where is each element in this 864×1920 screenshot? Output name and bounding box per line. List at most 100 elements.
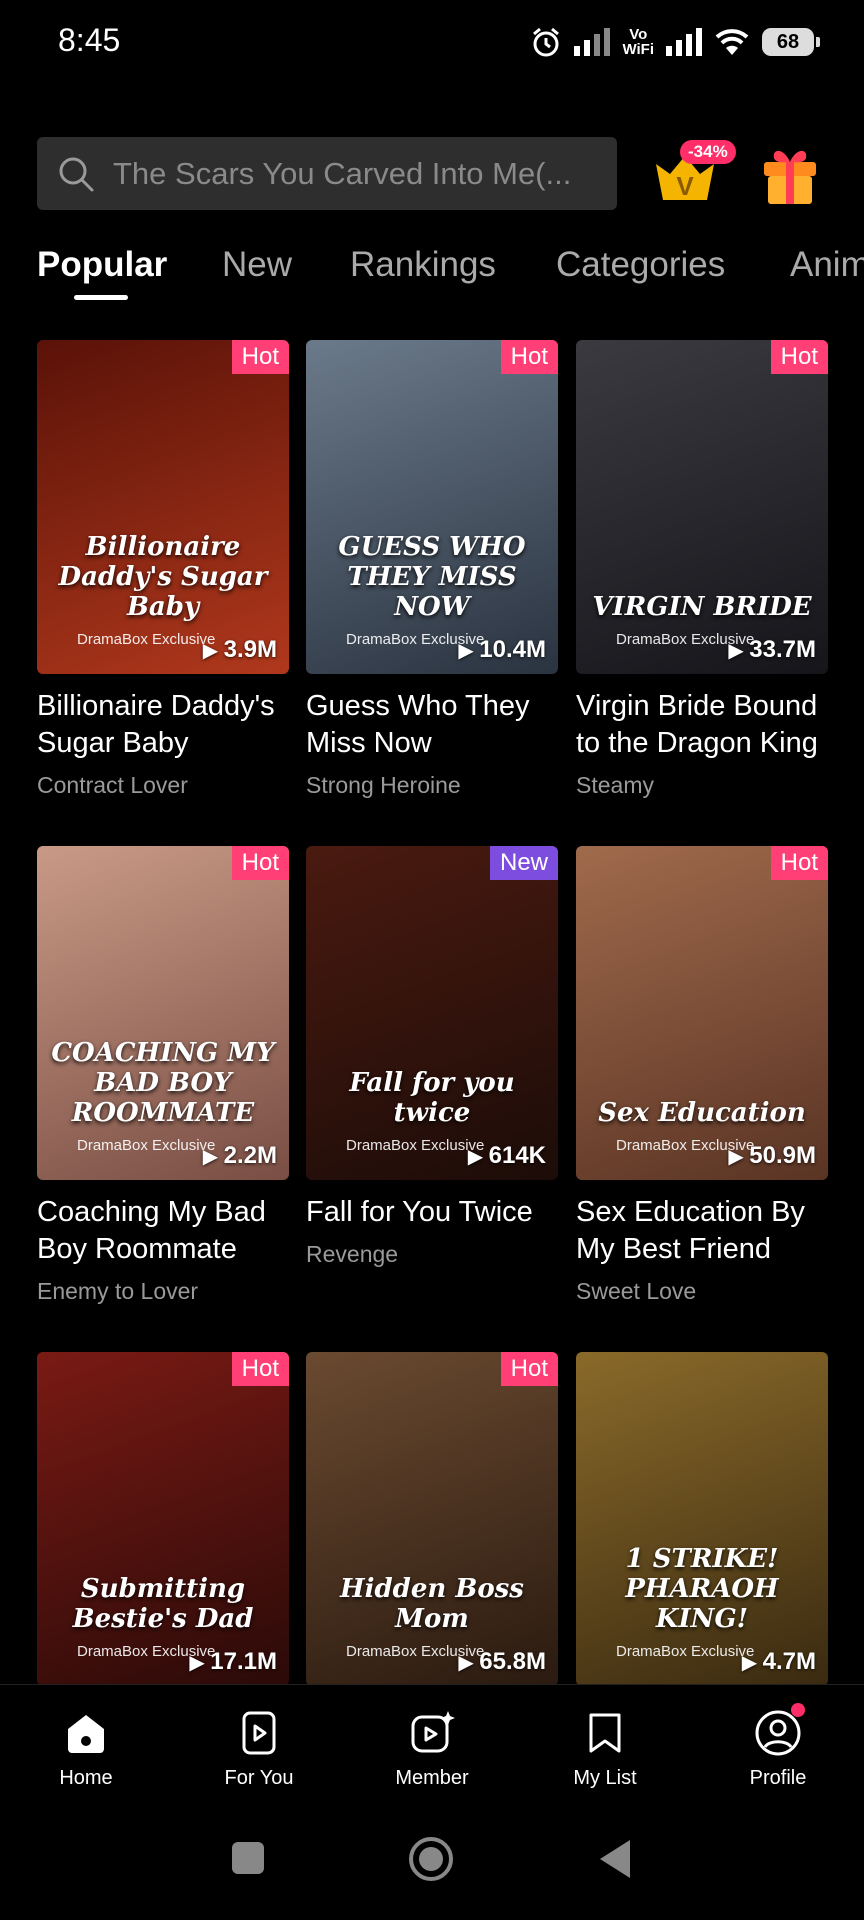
play-icon: ▶	[458, 1652, 480, 1674]
exclusive-label: DramaBox Exclusive	[346, 1137, 485, 1154]
search-bar[interactable]: The Scars You Carved Into Me(...	[37, 137, 617, 210]
drama-card[interactable]: Submitting Bestie's Dad DramaBox Exclusiv…	[37, 1352, 289, 1686]
status-badge: Hot	[500, 340, 558, 374]
status-time: 8:45	[58, 22, 121, 58]
status-badge: Hot	[231, 846, 289, 880]
drama-cover[interactable]: GUESS WHO THEY MISS NOW DramaBox Exclusiv…	[306, 340, 558, 674]
signal-icon	[574, 28, 611, 56]
drama-title[interactable]: Fall for You Twice	[306, 1194, 558, 1231]
view-count: ▶ 4.7M	[741, 1648, 816, 1675]
nav-member[interactable]: Member	[372, 1709, 492, 1790]
play-icon: ▶	[189, 1652, 211, 1674]
view-count: ▶ 2.2M	[202, 1142, 277, 1169]
bottom-nav: Home For You Member My List Profile	[0, 1684, 864, 1805]
search-icon	[59, 157, 94, 191]
status-badge: Hot	[231, 1352, 289, 1386]
drama-cover[interactable]: VIRGIN BRIDE DramaBox Exclusive Hot ▶ 33.7M	[576, 340, 828, 674]
cover-title-art: Submitting Bestie's Dad	[72, 1574, 254, 1634]
nav-my-list[interactable]: My List	[545, 1709, 665, 1790]
category-tabs: Popular New Rankings Categories Anim	[0, 245, 864, 305]
tab-categories[interactable]: Categories	[556, 245, 725, 285]
nav-for-you[interactable]: For You	[199, 1709, 319, 1790]
play-icon: ▶	[202, 640, 224, 662]
drama-card[interactable]: Billionaire Daddy's Sugar Baby DramaBox E…	[37, 340, 289, 799]
home-button-icon[interactable]	[408, 1836, 454, 1882]
cover-title-art: Hidden Boss Mom	[340, 1574, 524, 1634]
view-count: ▶ 33.7M	[728, 636, 816, 663]
active-tab-indicator	[74, 295, 128, 300]
cover-title-art: COACHING MY BAD BOY ROOMMATE	[51, 1038, 275, 1128]
exclusive-label: DramaBox Exclusive	[77, 1137, 216, 1154]
gift-icon[interactable]	[760, 140, 820, 206]
drama-card[interactable]: 1 STRIKE! PHARAOH KING! DramaBox Exclusiv…	[576, 1352, 828, 1686]
view-count: ▶ 50.9M	[728, 1142, 816, 1169]
cover-title-art: GUESS WHO THEY MISS NOW	[338, 532, 526, 622]
drama-genre-tag: Contract Lover	[37, 772, 188, 798]
drama-title[interactable]: Sex Education By My Best Friend	[576, 1194, 828, 1268]
wifi-icon	[715, 29, 749, 55]
drama-genre-tag: Steamy	[576, 772, 654, 798]
cover-title-art: Fall for you twice	[349, 1068, 515, 1128]
view-count: ▶ 65.8M	[458, 1648, 546, 1675]
view-count: ▶ 10.4M	[458, 636, 546, 663]
drama-cover[interactable]: Billionaire Daddy's Sugar Baby DramaBox E…	[37, 340, 289, 674]
drama-card[interactable]: Sex Education DramaBox Exclusive Hot ▶ 50.9…	[576, 846, 828, 1305]
drama-genre-tag: Revenge	[306, 1241, 399, 1267]
drama-genre-tag: Enemy to Lover	[37, 1278, 199, 1304]
alarm-icon	[533, 27, 560, 57]
drama-cover[interactable]: 1 STRIKE! PHARAOH KING! DramaBox Exclusiv…	[576, 1352, 828, 1686]
status-badge: New	[489, 846, 558, 880]
status-badge: Hot	[770, 846, 828, 880]
drama-title[interactable]: Billionaire Daddy's Sugar Baby	[37, 688, 289, 762]
play-icon: ▶	[741, 1652, 763, 1674]
bookmark-icon	[589, 1713, 621, 1753]
tab-new[interactable]: New	[222, 245, 292, 285]
search-placeholder: The Scars You Carved Into Me(...	[113, 155, 572, 191]
drama-cover[interactable]: Fall for you twice DramaBox Exclusive New ▶…	[306, 846, 558, 1180]
play-icon: ▶	[458, 640, 480, 662]
tab-rankings[interactable]: Rankings	[350, 245, 496, 285]
drama-card[interactable]: GUESS WHO THEY MISS NOW DramaBox Exclusiv…	[306, 340, 558, 799]
nav-home[interactable]: Home	[26, 1709, 146, 1790]
cover-title-art: Sex Education	[598, 1098, 806, 1128]
drama-cover[interactable]: Sex Education DramaBox Exclusive Hot ▶ 50.9…	[576, 846, 828, 1180]
cover-title-art: Billionaire Daddy's Sugar Baby	[58, 532, 268, 622]
cover-title-art: VIRGIN BRIDE	[592, 592, 812, 622]
notification-dot	[791, 1703, 805, 1717]
battery-indicator: 68	[762, 28, 820, 56]
recents-icon[interactable]	[230, 1840, 266, 1876]
cover-title-art: 1 STRIKE! PHARAOH KING!	[625, 1544, 779, 1634]
drama-card[interactable]: Fall for you twice DramaBox Exclusive New ▶…	[306, 846, 558, 1268]
drama-card[interactable]: COACHING MY BAD BOY ROOMMATE DramaBox Exc…	[37, 846, 289, 1305]
vowifi-indicator: Vo WiFi	[622, 26, 654, 58]
drama-card[interactable]: VIRGIN BRIDE DramaBox Exclusive Hot ▶ 33.7M…	[576, 340, 828, 799]
svg-text:V: V	[676, 171, 694, 201]
view-count: ▶ 3.9M	[202, 636, 277, 663]
status-icons: Vo WiFi 68	[530, 22, 820, 62]
exclusive-label: DramaBox Exclusive	[77, 631, 216, 648]
back-icon[interactable]	[596, 1838, 632, 1880]
play-icon: ▶	[728, 640, 750, 662]
tab-anime[interactable]: Anim	[790, 245, 864, 285]
drama-cover[interactable]: Hidden Boss Mom DramaBox Exclusive Hot ▶ 65…	[306, 1352, 558, 1686]
home-icon	[68, 1715, 104, 1753]
discount-badge: -34%	[680, 140, 736, 164]
view-count: ▶ 17.1M	[189, 1648, 277, 1675]
view-count: ▶ 614K	[467, 1142, 546, 1169]
tab-popular[interactable]: Popular	[37, 245, 167, 285]
drama-title[interactable]: Coaching My Bad Boy Roommate	[37, 1194, 289, 1268]
drama-title[interactable]: Virgin Bride Bound to the Dragon King	[576, 688, 828, 762]
play-square-icon	[242, 1711, 276, 1755]
exclusive-label: DramaBox Exclusive	[616, 1643, 755, 1660]
drama-title[interactable]: Guess Who They Miss Now	[306, 688, 558, 762]
nav-profile[interactable]: Profile	[718, 1703, 838, 1790]
system-nav-bar	[0, 1810, 864, 1920]
play-icon: ▶	[467, 1146, 489, 1168]
member-icon	[411, 1711, 455, 1753]
drama-card[interactable]: Hidden Boss Mom DramaBox Exclusive Hot ▶ 65…	[306, 1352, 558, 1686]
drama-cover[interactable]: Submitting Bestie's Dad DramaBox Exclusiv…	[37, 1352, 289, 1686]
drama-cover[interactable]: COACHING MY BAD BOY ROOMMATE DramaBox Exc…	[37, 846, 289, 1180]
status-badge: Hot	[231, 340, 289, 374]
status-badge: Hot	[500, 1352, 558, 1386]
drama-genre-tag: Strong Heroine	[306, 772, 461, 798]
